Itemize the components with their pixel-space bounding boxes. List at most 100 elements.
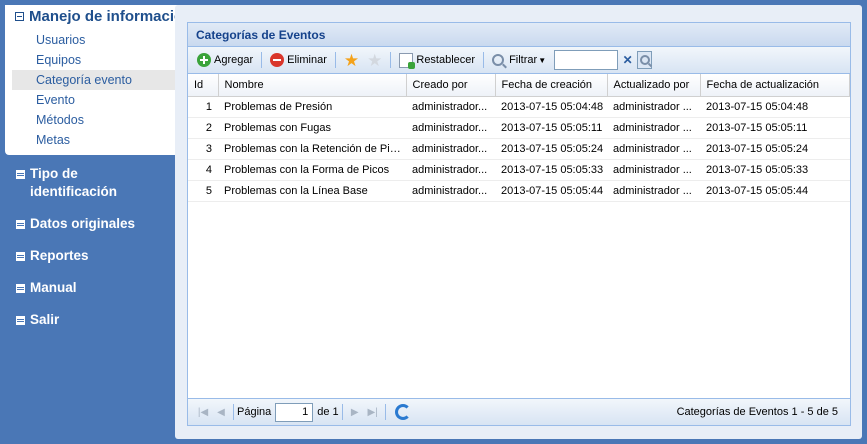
- cell-nombre: Problemas con Fugas: [218, 117, 406, 139]
- favorite-remove-star-icon[interactable]: ★: [367, 52, 382, 69]
- cell-creado-por: administrador...: [406, 117, 495, 139]
- column-header-creado-por[interactable]: Creado por: [406, 74, 496, 97]
- cell-fecha-actualizacion: 2013-07-15 05:04:48: [700, 96, 850, 118]
- refresh-icon[interactable]: [394, 404, 411, 420]
- cell-id: 4: [188, 159, 218, 181]
- cell-actualizado-por: administrador ...: [607, 138, 700, 160]
- cell-id: 3: [188, 138, 218, 160]
- cell-nombre: Problemas de Presión: [218, 96, 406, 118]
- favorite-add-star-icon[interactable]: ★: [344, 52, 359, 69]
- grid-toolbar: Agregar Eliminar ★ ★ Restablecer Filtrar…: [188, 47, 850, 74]
- toolbar-separator: [334, 52, 336, 68]
- reset-label: Restablecer: [416, 54, 476, 66]
- column-header-fecha-actualizacion[interactable]: Fecha de actualización: [700, 74, 850, 97]
- submenu-list: Usuarios Equipos Categoría evento Evento…: [5, 30, 180, 150]
- column-header-actualizado-por[interactable]: Actualizado por: [607, 74, 701, 97]
- table-row[interactable]: 3 Problemas con la Retención de Picos ad…: [188, 138, 850, 160]
- submenu-item-usuarios[interactable]: Usuarios: [5, 30, 180, 50]
- menu-label: Datos originales: [30, 216, 136, 231]
- cell-nombre: Problemas con la Retención de Picos: [218, 138, 406, 160]
- page-count-label: de 1: [317, 406, 339, 418]
- search-icon: [639, 55, 650, 65]
- menu-salir[interactable]: Salir: [0, 311, 175, 329]
- table-row[interactable]: 4 Problemas con la Forma de Picos admini…: [188, 159, 850, 181]
- cell-id: 5: [188, 180, 218, 202]
- first-page-icon[interactable]: |◀: [194, 403, 212, 421]
- events-table: Id Nombre Creado por Fecha de creación A…: [188, 74, 850, 202]
- page-number-input[interactable]: [275, 402, 314, 422]
- previous-page-icon[interactable]: ◀: [212, 403, 230, 421]
- page-label: Página: [237, 406, 272, 418]
- clear-filter-button[interactable]: ✕: [620, 51, 635, 69]
- toolbar-separator: [390, 52, 392, 68]
- grid-pager: |◀ ◀ Página de 1 ▶ ▶| Categorías de Even…: [188, 398, 850, 425]
- last-page-icon[interactable]: ▶|: [364, 403, 382, 421]
- delete-button[interactable]: Eliminar: [267, 50, 330, 71]
- table-header-row: Id Nombre Creado por Fecha de creación A…: [188, 74, 850, 97]
- menu-manual[interactable]: Manual: [0, 279, 175, 297]
- submenu-item-categoria-evento[interactable]: Categoría evento: [12, 70, 180, 90]
- menu-label: Tipo de identificación: [30, 166, 118, 199]
- cell-fecha-actualizacion: 2013-07-15 05:05:44: [700, 180, 850, 202]
- cell-id: 2: [188, 117, 218, 139]
- reset-icon: [399, 52, 416, 69]
- column-header-fecha-creacion[interactable]: Fecha de creación: [495, 74, 608, 97]
- collapse-icon: [15, 11, 24, 21]
- cell-nombre: Problemas con la Línea Base: [218, 180, 406, 202]
- cell-creado-por: administrador...: [406, 96, 495, 118]
- expand-icon: [16, 220, 25, 229]
- cell-creado-por: administrador...: [406, 180, 495, 202]
- filter-label: Filtrar: [509, 54, 538, 66]
- cell-actualizado-por: administrador ...: [607, 180, 700, 202]
- submenu-item-equipos[interactable]: Equipos: [5, 50, 180, 70]
- menu-label: Salir: [30, 312, 60, 327]
- menu-datos-originales[interactable]: Datos originales: [0, 215, 175, 233]
- filter-input[interactable]: [554, 50, 619, 70]
- pager-info: Categorías de Eventos 1 - 5 de 5: [676, 406, 838, 418]
- cell-fecha-creacion: 2013-07-15 05:05:33: [495, 159, 607, 181]
- cell-creado-por: administrador...: [406, 138, 495, 160]
- cell-fecha-actualizacion: 2013-07-15 05:05:24: [700, 138, 850, 160]
- menu-header-manejo[interactable]: Manejo de información: [5, 5, 192, 27]
- column-header-id[interactable]: Id: [188, 74, 219, 97]
- expand-icon: [16, 284, 25, 293]
- reset-button[interactable]: Restablecer: [396, 50, 478, 71]
- cell-fecha-creacion: 2013-07-15 05:05:11: [495, 117, 607, 139]
- cell-fecha-actualizacion: 2013-07-15 05:05:33: [700, 159, 850, 181]
- expand-icon: [16, 252, 25, 261]
- cell-fecha-creacion: 2013-07-15 05:05:44: [495, 180, 607, 202]
- cell-fecha-creacion: 2013-07-15 05:04:48: [495, 96, 607, 118]
- menu-tipo-identificacion[interactable]: Tipo de identificación: [0, 165, 175, 201]
- submenu-item-metodos[interactable]: Métodos: [5, 110, 180, 130]
- pager-separator: [384, 404, 386, 420]
- submenu-item-metas[interactable]: Metas: [5, 130, 180, 150]
- search-icon: [492, 54, 505, 66]
- column-header-nombre[interactable]: Nombre: [218, 74, 407, 97]
- expand-icon: [16, 316, 25, 325]
- menu-header-label: Manejo de información: [29, 7, 193, 25]
- menu-label: Reportes: [30, 248, 89, 263]
- menu-section-manejo: Manejo de información Usuarios Equipos C…: [5, 5, 192, 155]
- next-page-icon[interactable]: ▶: [346, 403, 364, 421]
- cell-id: 1: [188, 96, 218, 118]
- filter-dropdown-button[interactable]: Filtrar ▼: [489, 50, 549, 71]
- add-icon: [197, 53, 211, 67]
- events-grid: Categorías de Eventos Agregar Eliminar ★…: [187, 22, 851, 426]
- apply-filter-button[interactable]: [637, 51, 653, 69]
- add-button[interactable]: Agregar: [194, 50, 256, 71]
- menu-reportes[interactable]: Reportes: [0, 247, 175, 265]
- expand-icon: [16, 170, 25, 179]
- grid-title: Categorías de Eventos: [188, 23, 850, 47]
- table-row[interactable]: 1 Problemas de Presión administrador... …: [188, 96, 850, 118]
- table-row[interactable]: 5 Problemas con la Línea Base administra…: [188, 180, 850, 202]
- cell-actualizado-por: administrador ...: [607, 159, 700, 181]
- cell-fecha-actualizacion: 2013-07-15 05:05:11: [700, 117, 850, 139]
- main-panel: Categorías de Eventos Agregar Eliminar ★…: [175, 5, 862, 439]
- pager-separator: [341, 404, 343, 420]
- cell-actualizado-por: administrador ...: [607, 96, 700, 118]
- table-row[interactable]: 2 Problemas con Fugas administrador... 2…: [188, 117, 850, 139]
- menu-label: Manual: [30, 280, 77, 295]
- caret-down-icon: ▼: [538, 55, 547, 65]
- submenu-item-evento[interactable]: Evento: [5, 90, 180, 110]
- cell-nombre: Problemas con la Forma de Picos: [218, 159, 406, 181]
